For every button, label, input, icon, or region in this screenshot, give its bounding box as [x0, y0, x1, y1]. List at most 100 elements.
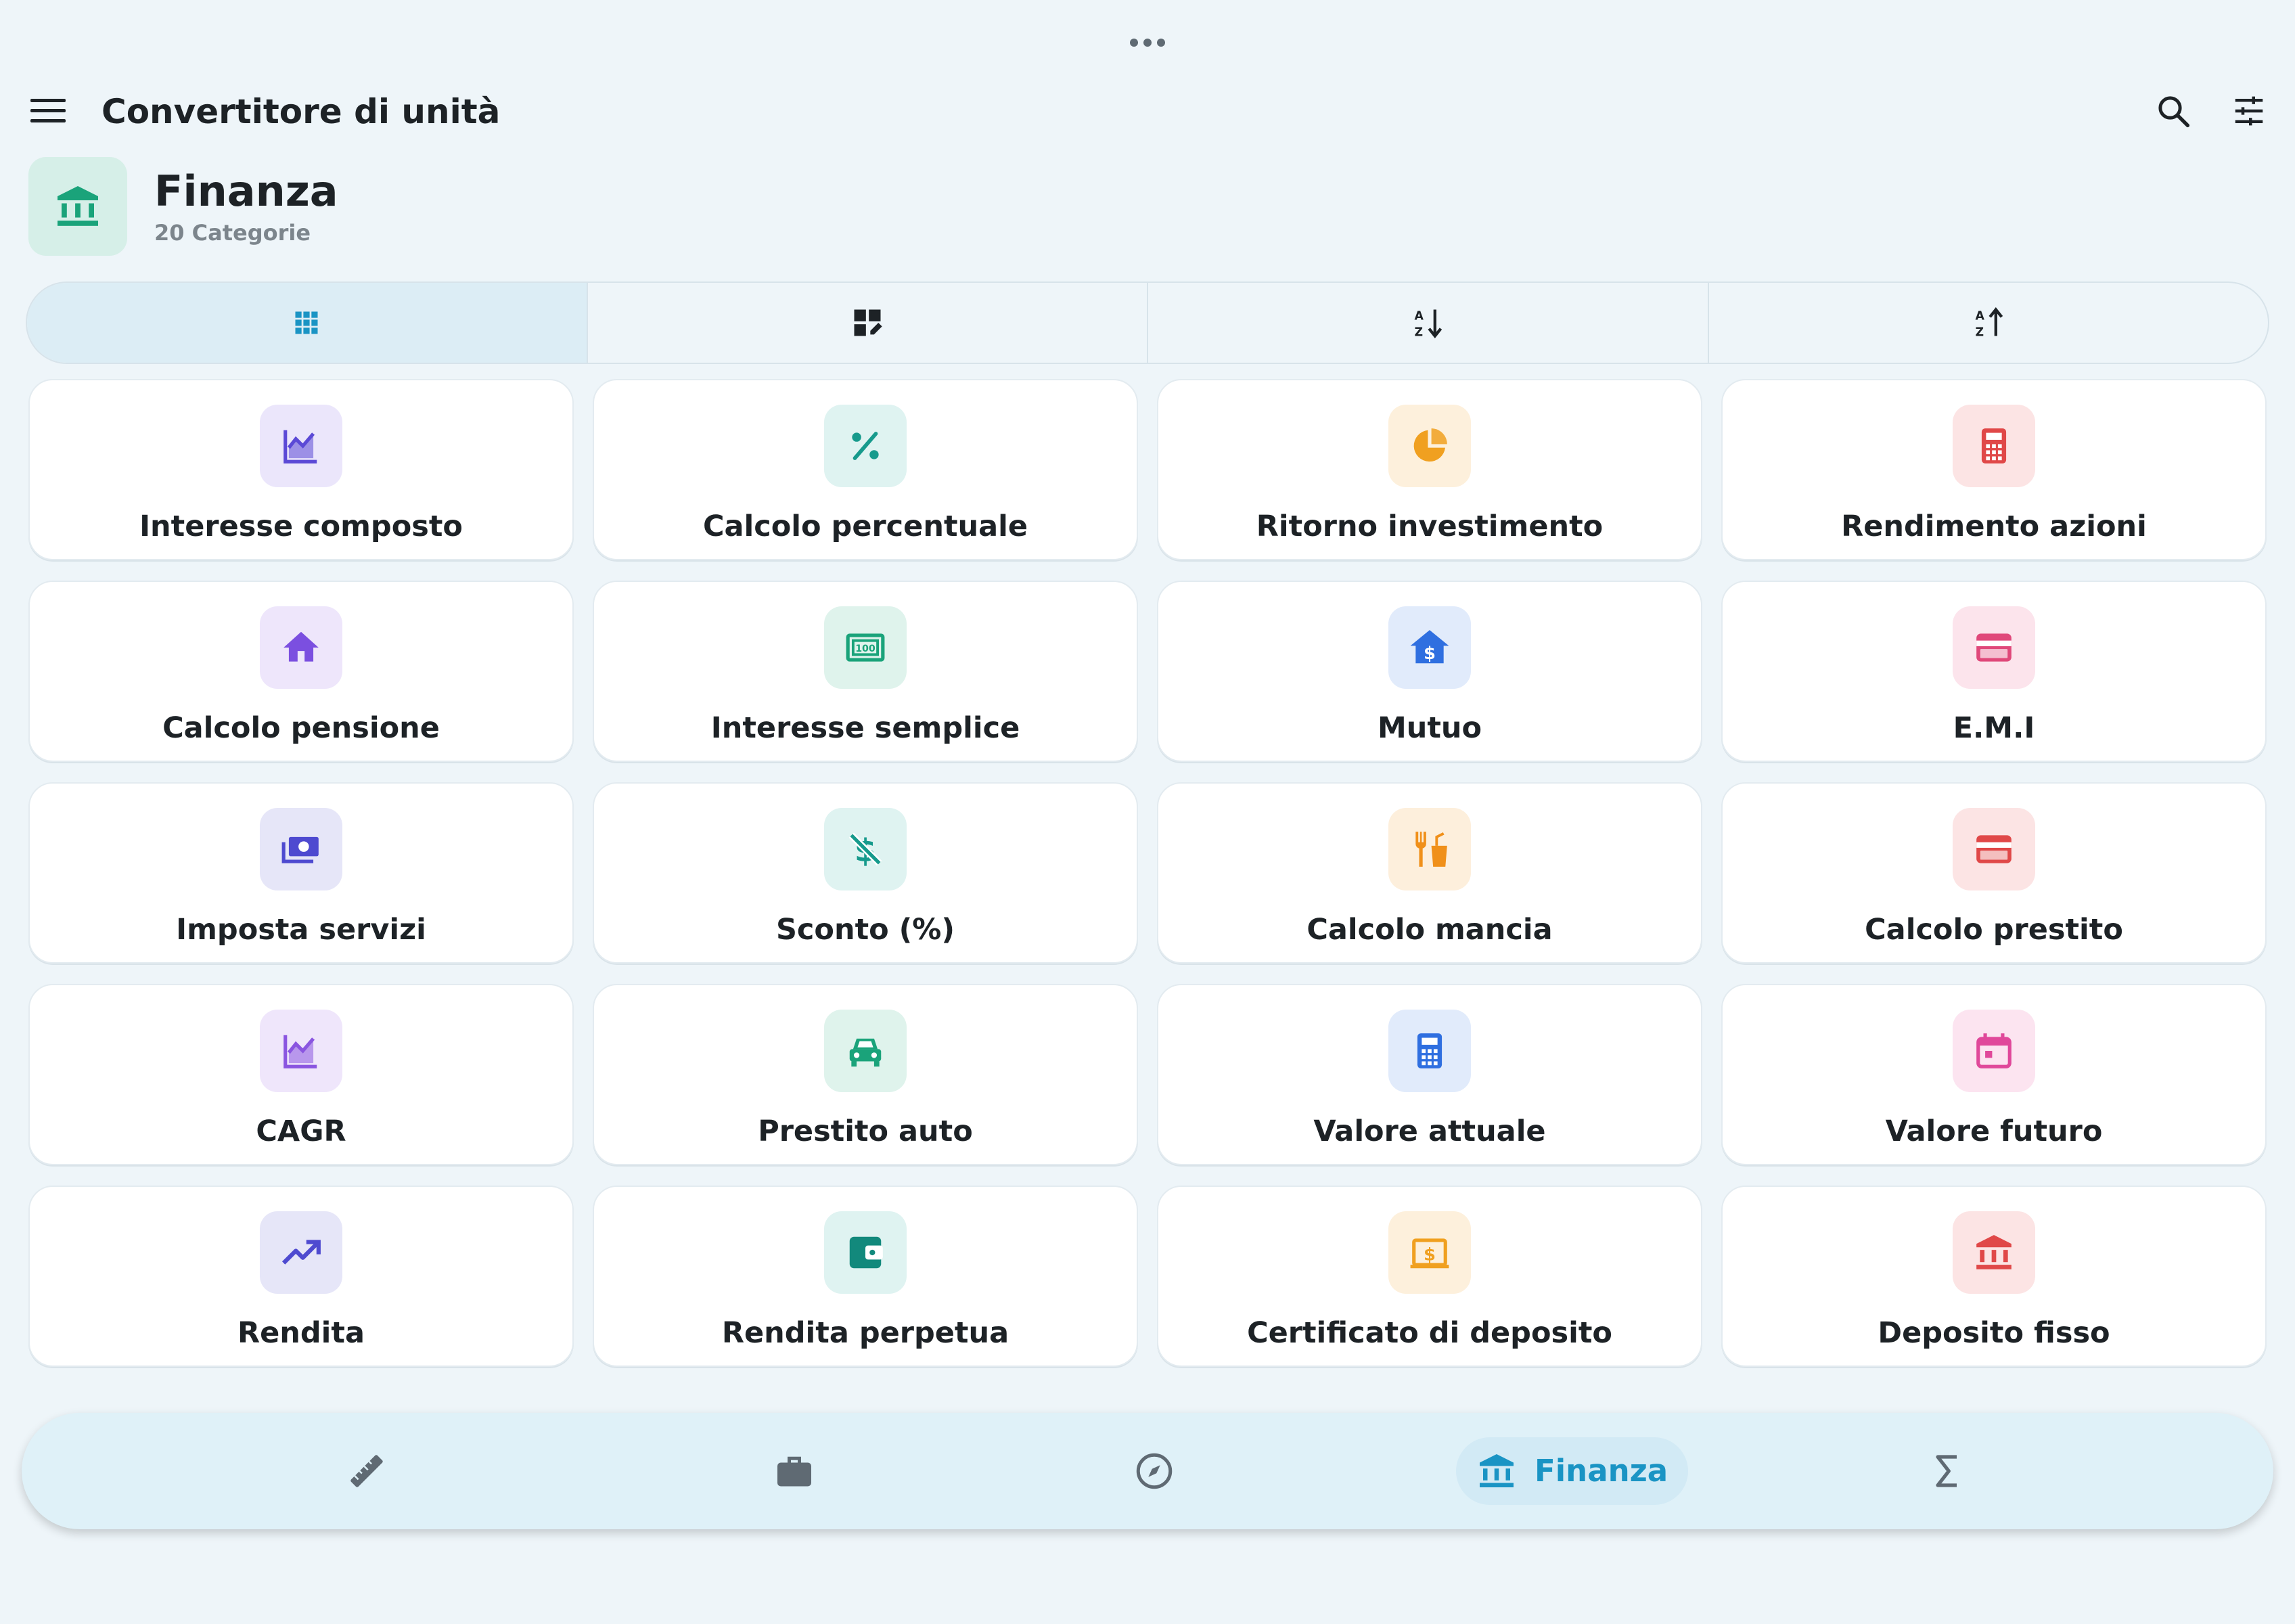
credit-card-icon	[1976, 835, 2012, 863]
credit-card-icon	[1976, 633, 2012, 662]
svg-text:Z: Z	[1975, 326, 1984, 340]
card-label: CAGR	[256, 1114, 346, 1148]
restaurant-icon	[1415, 832, 1447, 867]
calculator-card[interactable]: Calcolo pensione	[28, 581, 574, 762]
svg-text:A: A	[1975, 310, 1984, 323]
category-icon-box	[28, 157, 127, 256]
card-icon-box: $	[1388, 606, 1471, 689]
svg-text:$: $	[1424, 644, 1436, 664]
calculator-card[interactable]: Deposito fisso	[1721, 1186, 2267, 1367]
svg-text:A: A	[1415, 310, 1424, 323]
card-label: Rendita	[237, 1316, 365, 1350]
filter-button[interactable]	[2225, 87, 2273, 135]
sort-az-down-icon: A Z	[1415, 309, 1442, 340]
sort-az-up-icon: A Z	[1975, 307, 2003, 340]
calculator-card[interactable]: Valore attuale	[1157, 984, 1702, 1165]
calculator-card[interactable]: $ Mutuo	[1157, 581, 1702, 762]
nav-item-math[interactable]	[1900, 1437, 1995, 1505]
money-off-icon: $	[848, 832, 882, 869]
card-icon-box	[1953, 405, 2035, 487]
card-icon-box: $	[1388, 1211, 1471, 1294]
calculator-card[interactable]: CAGR	[28, 984, 574, 1165]
wallet-icon	[849, 1236, 883, 1269]
grid-view-icon	[295, 311, 318, 334]
drag-handle[interactable]	[0, 26, 2295, 47]
card-label: Certificato di deposito	[1247, 1316, 1612, 1350]
card-label: Deposito fisso	[1878, 1316, 2110, 1350]
bank-icon	[1976, 1235, 2012, 1269]
card-label: Interesse composto	[139, 510, 463, 543]
handle-dot	[1157, 39, 1165, 47]
card-label: Calcolo mancia	[1306, 913, 1553, 947]
calculator-card[interactable]: $ Certificato di deposito	[1157, 1186, 1702, 1367]
card-icon-box: 100	[824, 606, 907, 689]
bottom-navigation: Finanza	[22, 1413, 2273, 1529]
payments-icon	[281, 836, 319, 863]
calculator-grid: Interesse composto Calcolo percentuale Rit…	[28, 379, 2267, 1367]
svg-text:100: 100	[855, 644, 876, 654]
home-dollar-icon: $	[1410, 630, 1449, 664]
calculator-card[interactable]: E.M.I	[1721, 581, 2267, 762]
pie-chart-icon	[1413, 428, 1447, 462]
card-icon-box: $	[824, 808, 907, 890]
menu-button[interactable]	[27, 93, 69, 129]
calculator-card[interactable]: $ Sconto (%)	[593, 782, 1138, 964]
card-icon-box	[1953, 1211, 2035, 1294]
card-icon-box	[1953, 808, 2035, 890]
card-icon-box	[260, 1010, 342, 1092]
calculator-card[interactable]: Calcolo mancia	[1157, 782, 1702, 964]
card-label: Rendimento azioni	[1841, 510, 2147, 543]
category-count: 20 Categorie	[154, 220, 311, 246]
more-horiz-icon	[1130, 39, 1138, 47]
nav-item-explore[interactable]	[1107, 1437, 1202, 1505]
card-icon-box	[260, 808, 342, 890]
card-label: Valore attuale	[1313, 1114, 1546, 1148]
card-label: Interesse semplice	[710, 711, 1020, 745]
calculator-card[interactable]: Imposta servizi	[28, 782, 574, 964]
trending-up-icon	[281, 1240, 321, 1265]
bank-icon	[58, 186, 98, 226]
dollar-box-icon: $	[1410, 1238, 1449, 1269]
area-chart-icon	[283, 430, 317, 464]
card-label: Prestito auto	[758, 1114, 973, 1148]
calculator-card[interactable]: Prestito auto	[593, 984, 1138, 1165]
nav-item-work[interactable]	[747, 1437, 842, 1505]
calculator-card[interactable]: 100 Interesse semplice	[593, 581, 1138, 762]
card-label: Calcolo prestito	[1865, 913, 2123, 947]
calculator-card[interactable]: Valore futuro	[1721, 984, 2267, 1165]
card-icon-box	[260, 405, 342, 487]
calculator-icon	[1981, 428, 2007, 464]
app-title: Convertitore di unità	[101, 92, 501, 131]
search-button[interactable]	[2149, 87, 2198, 135]
calculator-card[interactable]: Rendita	[28, 1186, 574, 1367]
sort-za-button[interactable]: A Z	[1709, 283, 2269, 363]
card-label: Calcolo pensione	[162, 711, 440, 745]
nav-item-finance[interactable]: Finanza	[1456, 1437, 1689, 1505]
card-label: Sconto (%)	[775, 913, 955, 947]
calculator-icon	[1417, 1033, 1442, 1068]
bank-icon	[1480, 1454, 1514, 1487]
calculator-card[interactable]: Rendimento azioni	[1721, 379, 2267, 560]
card-icon-box	[1953, 1010, 2035, 1092]
sort-az-button[interactable]: A Z	[1148, 283, 1709, 363]
search-icon	[2158, 96, 2190, 128]
nav-item-label: Finanza	[1535, 1453, 1668, 1489]
card-label: Rendita perpetua	[721, 1316, 1009, 1350]
grid-view-button[interactable]	[27, 283, 588, 363]
calculator-card[interactable]: Ritorno investimento	[1157, 379, 1702, 560]
svg-text:Z: Z	[1415, 326, 1424, 340]
card-icon-box	[1388, 405, 1471, 487]
category-title: Finanza	[154, 166, 338, 216]
calculator-card[interactable]: Calcolo percentuale	[593, 379, 1138, 560]
car-icon	[849, 1038, 882, 1067]
card-label: Imposta servizi	[176, 913, 426, 947]
nav-item-units[interactable]	[319, 1437, 414, 1505]
card-icon-box	[824, 1010, 907, 1092]
calculator-card[interactable]: Rendita perpetua	[593, 1186, 1138, 1367]
card-icon-box	[260, 606, 342, 689]
card-label: Ritorno investimento	[1256, 510, 1604, 543]
calculator-card[interactable]: Calcolo prestito	[1721, 782, 2267, 964]
customize-view-button[interactable]	[588, 283, 1148, 363]
calculator-card[interactable]: Interesse composto	[28, 379, 574, 560]
calendar-icon	[1976, 1033, 2012, 1068]
